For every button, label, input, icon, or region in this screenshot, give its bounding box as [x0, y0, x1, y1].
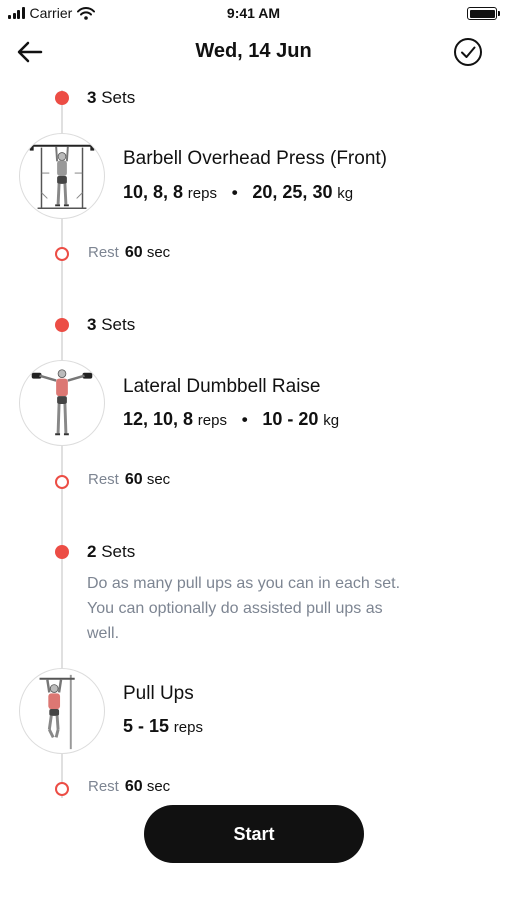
weight-unit: kg — [323, 412, 340, 429]
sets-label: 3 Sets — [87, 88, 136, 107]
exercise-detail: 5 - 15 reps — [123, 716, 203, 737]
rest-dot — [55, 247, 69, 261]
exercise-detail: 10, 8, 8 reps • 20, 25, 30 kg — [123, 182, 353, 203]
weight-unit: kg — [337, 185, 354, 202]
weight-value: 10 - 20 — [262, 409, 319, 429]
sets-label: 2 Sets — [87, 542, 136, 561]
rest-row[interactable]: Rest 60 sec — [88, 778, 170, 796]
weight-value: 20, 25, 30 — [252, 182, 333, 202]
check-circle-icon[interactable] — [453, 37, 483, 67]
exercise-note: Do as many pull ups as you can in each s… — [87, 575, 401, 642]
rest-row[interactable]: Rest 60 sec — [88, 244, 170, 262]
start-button[interactable]: Start — [144, 805, 364, 863]
exercise-name[interactable]: Barbell Overhead Press (Front) — [123, 148, 387, 170]
reps-unit: reps — [187, 185, 217, 202]
battery-icon — [467, 7, 500, 20]
timeline-dot — [55, 545, 69, 559]
detail-separator: • — [241, 410, 248, 429]
exercise-thumbnail[interactable] — [19, 668, 105, 754]
rest-dot — [55, 475, 69, 489]
reps-value: 10, 8, 8 — [123, 182, 184, 202]
exercise-detail: 12, 10, 8 reps • 10 - 20 kg — [123, 409, 339, 430]
status-bar: Carrier 9:41 AM — [0, 0, 507, 26]
workout-screen: Carrier 9:41 AM Wed, 14 Jun 3 Sets Barbe… — [0, 0, 507, 900]
exercise-thumbnail[interactable] — [19, 360, 105, 446]
sets-label: 3 Sets — [87, 315, 136, 334]
barbell-press-illustration — [29, 140, 95, 209]
status-time: 9:41 AM — [226, 5, 281, 21]
exercise-name[interactable]: Pull Ups — [123, 683, 194, 705]
header: Wed, 14 Jun — [0, 32, 507, 72]
pull-up-illustration — [39, 674, 75, 750]
rest-row[interactable]: Rest 60 sec — [88, 471, 170, 489]
reps-unit: reps — [173, 719, 203, 736]
rest-dot — [55, 782, 69, 796]
detail-separator: • — [231, 183, 238, 202]
exercise-thumbnail[interactable] — [19, 133, 105, 219]
reps-unit: reps — [197, 412, 227, 429]
timeline-dot — [55, 91, 69, 105]
reps-value: 5 - 15 — [123, 716, 170, 736]
timeline-dot — [55, 318, 69, 332]
lateral-raise-illustration — [31, 369, 93, 436]
exercise-name[interactable]: Lateral Dumbbell Raise — [123, 376, 321, 398]
reps-value: 12, 10, 8 — [123, 409, 194, 429]
page-title: Wed, 14 Jun — [195, 40, 312, 62]
